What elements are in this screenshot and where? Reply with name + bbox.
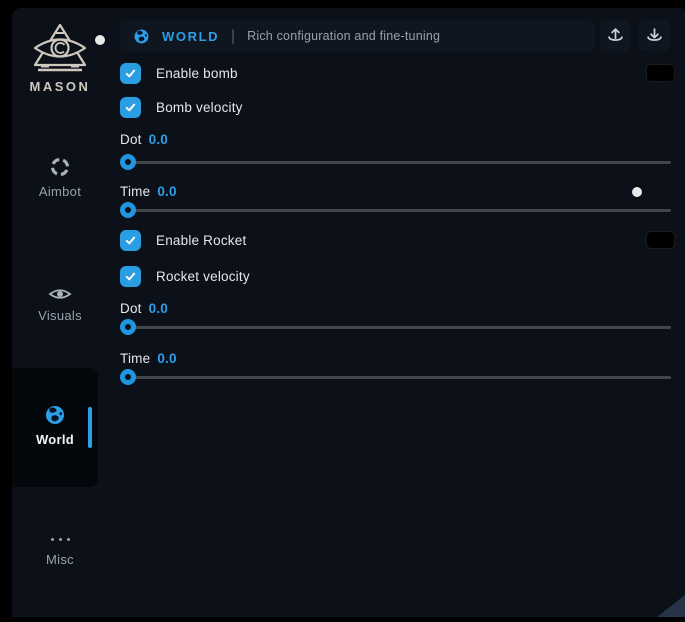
rocket-time-slider[interactable]	[120, 369, 671, 385]
checkbox-label: Rocket velocity	[156, 269, 250, 284]
corner-accent	[657, 595, 685, 617]
eye-icon	[48, 286, 72, 302]
checkbox-checked-icon[interactable]	[120, 97, 141, 118]
page-title: WORLD	[162, 29, 219, 44]
sidebar: MASON Aimbot Visuals World	[12, 8, 108, 617]
checkbox-checked-icon[interactable]	[120, 230, 141, 251]
checkbox-label: Bomb velocity	[156, 100, 243, 115]
crosshair-icon	[49, 156, 71, 178]
enable-rocket-checkbox-row[interactable]: Enable Rocket	[120, 230, 246, 251]
page-header: WORLD Rich configuration and fine-tuning	[120, 20, 595, 52]
pyramid-eye-icon	[29, 22, 91, 74]
cursor-dot	[95, 35, 105, 45]
divider	[232, 29, 234, 44]
slider-track[interactable]	[120, 209, 671, 212]
rocket-color-swatch[interactable]	[646, 231, 675, 249]
sidebar-item-label: Misc	[12, 552, 108, 567]
slider-track[interactable]	[120, 376, 671, 379]
slider-handle[interactable]	[120, 154, 136, 170]
slider-value: 0.0	[149, 301, 168, 316]
checkbox-label: Enable Rocket	[156, 233, 246, 248]
bomb-velocity-checkbox-row[interactable]: Bomb velocity	[120, 97, 243, 118]
bomb-time-slider-label: Time0.0	[120, 185, 177, 199]
slider-value: 0.0	[157, 351, 176, 366]
sidebar-item-label: Aimbot	[12, 184, 108, 199]
slider-handle[interactable]	[120, 319, 136, 335]
ellipsis-icon	[12, 532, 108, 546]
checkbox-checked-icon[interactable]	[120, 266, 141, 287]
slider-value: 0.0	[157, 184, 176, 199]
globe-icon	[44, 404, 66, 426]
sidebar-item-visuals[interactable]: Visuals	[12, 286, 108, 323]
mason-window: MASON Aimbot Visuals World	[12, 8, 685, 617]
rocket-time-slider-label: Time0.0	[120, 352, 177, 366]
upload-config-button[interactable]	[600, 20, 631, 51]
brand-name: MASON	[12, 79, 108, 94]
cursor-dot	[632, 187, 642, 197]
sidebar-item-misc[interactable]: Misc	[12, 532, 108, 567]
bomb-color-swatch[interactable]	[646, 64, 675, 82]
enable-bomb-checkbox-row[interactable]: Enable bomb	[120, 63, 238, 84]
rocket-dot-slider-label: Dot0.0	[120, 302, 168, 316]
page-subtitle: Rich configuration and fine-tuning	[247, 29, 440, 43]
sidebar-item-label: World	[12, 432, 98, 447]
bomb-dot-slider-label: Dot0.0	[120, 133, 168, 147]
sidebar-item-world[interactable]: World	[12, 368, 98, 487]
rocket-dot-slider[interactable]	[120, 319, 671, 335]
slider-track[interactable]	[120, 326, 671, 329]
slider-handle[interactable]	[120, 202, 136, 218]
sidebar-item-label: Visuals	[12, 308, 108, 323]
upload-icon	[607, 27, 624, 44]
slider-track[interactable]	[120, 161, 671, 164]
slider-handle[interactable]	[120, 369, 136, 385]
active-tab-indicator	[88, 407, 92, 448]
download-icon	[646, 27, 663, 44]
bomb-dot-slider[interactable]	[120, 154, 671, 170]
rocket-velocity-checkbox-row[interactable]: Rocket velocity	[120, 266, 250, 287]
checkbox-label: Enable bomb	[156, 66, 238, 81]
download-config-button[interactable]	[639, 20, 670, 51]
brand: MASON	[12, 22, 108, 94]
sidebar-item-aimbot[interactable]: Aimbot	[12, 156, 108, 199]
bomb-time-slider[interactable]	[120, 202, 671, 218]
checkbox-checked-icon[interactable]	[120, 63, 141, 84]
slider-value: 0.0	[149, 132, 168, 147]
globe-icon	[133, 28, 150, 45]
